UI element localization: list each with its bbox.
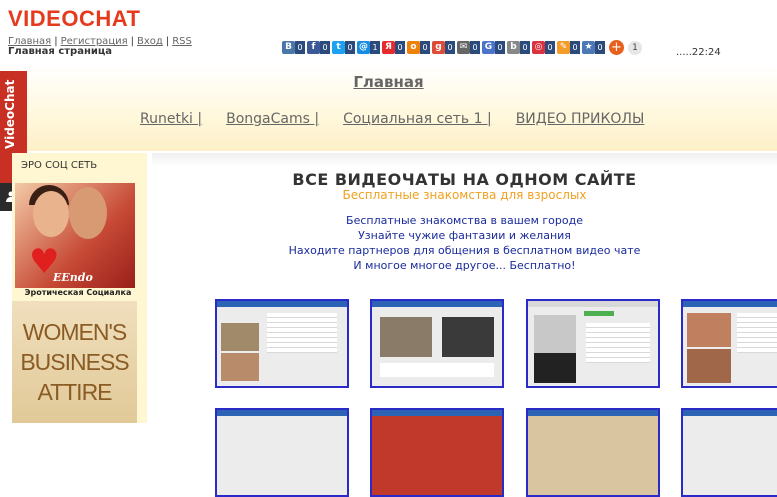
main-title: ВСЕ ВИДЕОЧАТЫ НА ОДНОМ САЙТЕ (292, 170, 637, 189)
chat-screenshot-thumb[interactable] (526, 299, 660, 388)
share-count: 1 (370, 41, 380, 54)
nav-runetki[interactable]: Runetki | (140, 111, 202, 127)
liveinternet-icon: ◎ (532, 41, 545, 54)
share-count: 0 (595, 41, 605, 54)
feature-line: Находите партнеров для общения в бесплат… (288, 244, 641, 257)
link-separator: | (165, 36, 170, 47)
share-count: 0 (570, 41, 580, 54)
share-count: 0 (445, 41, 455, 54)
link-separator: | (130, 36, 135, 47)
ad-photo-woman (33, 191, 69, 237)
share-button[interactable]: ✉ 0 (457, 41, 480, 54)
chat-screenshot-thumb[interactable] (370, 299, 504, 388)
main-subtitle: Бесплатные знакомства для взрослых (342, 188, 587, 202)
share-count: 0 (495, 41, 505, 54)
share-button[interactable]: ★ 0 (582, 41, 605, 54)
link-login[interactable]: Вход (137, 36, 163, 47)
feature-list: Бесплатные знакомства в вашем городе Узн… (152, 213, 777, 273)
twitter-icon: t (332, 41, 345, 54)
share-button[interactable]: g0 (432, 41, 455, 54)
dating-ad-banner[interactable]: ♥ EEndo (15, 183, 135, 288)
share-count: 0 (320, 41, 330, 54)
facebook-icon: f (307, 41, 320, 54)
chat-screenshot-thumb[interactable] (215, 408, 349, 497)
googleplus-icon: g (432, 41, 445, 54)
main-nav: Runetki | BongaCams | Социальная сеть 1 … (140, 111, 668, 127)
nav-video-jokes[interactable]: ВИДЕО ПРИКОЛЫ (516, 111, 645, 127)
share-button[interactable]: b0 (507, 41, 530, 54)
google-icon: G (482, 41, 495, 54)
feature-line: Бесплатные знакомства в вашем городе (346, 214, 583, 227)
yandex-icon: Я (382, 41, 395, 54)
share-button[interactable]: o0 (407, 41, 430, 54)
feature-line: Узнайте чужие фантазии и желания (358, 229, 571, 242)
share-button[interactable]: ✎ 0 (557, 41, 580, 54)
share-bar: В 0 f 0 t 0 @1 Я 0 o 0 g 0 ✉ 0 G 0 b 0 ◎ 0 ✎ 0 ★ 0 +1 (282, 40, 642, 55)
feature-line: И многое многое другое... Бесплатно! (353, 259, 576, 272)
ad2-text: WOMEN'S BUSINESS ATTIRE (20, 319, 129, 405)
clock: .....22:24 (676, 47, 721, 58)
hero-title[interactable]: Главная (0, 73, 777, 91)
nav-social-network[interactable]: Социальная сеть 1 | (343, 111, 492, 127)
share-count: 0 (470, 41, 480, 54)
vkontakte-icon: В (282, 41, 295, 54)
womens-attire-ad[interactable]: WOMEN'S BUSINESS ATTIRE (12, 301, 137, 423)
chat-screenshot-thumb[interactable] (370, 408, 504, 497)
bookmark-icon: ★ (582, 41, 595, 54)
share-count: 0 (345, 41, 355, 54)
blogger-icon: b (507, 41, 520, 54)
mailru-icon: @ (357, 41, 370, 54)
share-count: 0 (545, 41, 555, 54)
chat-screenshot-thumb[interactable] (681, 408, 777, 497)
more-share-icon[interactable]: + (609, 40, 624, 55)
share-count: 0 (520, 41, 530, 54)
hero-banner: Главная Runetki | BongaCams | Социальная… (0, 65, 777, 151)
link-rss[interactable]: RSS (172, 36, 192, 47)
share-button[interactable]: ◎ 0 (532, 41, 555, 54)
share-button[interactable]: t0 (332, 41, 355, 54)
ad-brand: EEndo (53, 271, 93, 284)
chat-screenshot-thumb[interactable] (681, 299, 777, 388)
share-count: 0 (395, 41, 405, 54)
share-button[interactable]: f0 (307, 41, 330, 54)
share-button[interactable]: @1 (357, 41, 380, 54)
page-subtitle: Главная страница (8, 46, 113, 57)
ad-caption: Эротическая Социалка (24, 288, 132, 297)
share-total-badge: 1 (628, 40, 642, 55)
main-header-strip (152, 153, 777, 167)
chat-screenshot-thumb[interactable] (215, 299, 349, 388)
odnoklassniki-icon: o (407, 41, 420, 54)
share-button[interactable]: Я0 (382, 41, 405, 54)
ad-photo-man (69, 187, 107, 239)
side-tab-label: VideoChat (3, 79, 17, 149)
ero-social-header[interactable]: ЭРО СОЦ СЕТЬ (21, 160, 136, 171)
share-count: 0 (420, 41, 430, 54)
site-logo[interactable]: VIDEOCHAT (8, 6, 140, 32)
nav-bongacams[interactable]: BongaCams | (226, 111, 319, 127)
chat-screenshot-thumb[interactable] (526, 408, 660, 497)
share-button[interactable]: G0 (482, 41, 505, 54)
share-count: 0 (295, 41, 305, 54)
livejournal-icon: ✎ (557, 41, 570, 54)
email-icon: ✉ (457, 41, 470, 54)
share-button[interactable]: В0 (282, 41, 305, 54)
